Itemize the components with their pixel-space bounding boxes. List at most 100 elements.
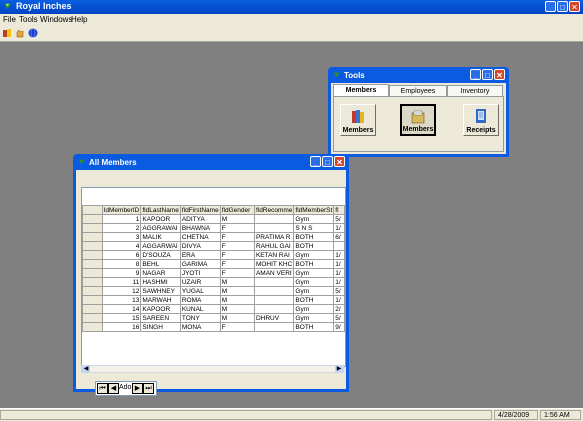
table-cell[interactable]: KUNAL — [179, 304, 221, 314]
members-close-button[interactable]: ✕ — [334, 156, 345, 167]
table-cell[interactable]: M — [219, 304, 255, 314]
table-cell[interactable] — [253, 223, 295, 233]
previous-record-icon[interactable]: ◀ — [108, 383, 119, 394]
table-cell[interactable]: 1/ — [333, 223, 345, 233]
hand-icon[interactable] — [15, 28, 25, 38]
members-folder-button[interactable]: Members — [400, 104, 436, 136]
table-cell[interactable]: 2 — [101, 223, 142, 233]
table-cell[interactable]: F — [219, 232, 255, 242]
table-row[interactable]: 8 BEHL GARIMA F MOHIT KHC BOTH 1/ — [82, 259, 345, 269]
members-minimize-button[interactable]: _ — [310, 156, 321, 167]
tab-employees[interactable]: Employees — [389, 85, 447, 96]
table-cell[interactable] — [253, 286, 295, 296]
table-cell[interactable]: F — [219, 250, 255, 260]
table-row[interactable]: 6 D'SOUZA ERA F KETAN RAI Gym 1/ — [82, 250, 345, 260]
maximize-button[interactable]: □ — [557, 1, 568, 12]
table-cell[interactable]: M — [219, 313, 255, 323]
table-cell[interactable]: 5/ — [333, 286, 345, 296]
row-selector[interactable] — [82, 313, 103, 323]
table-cell[interactable]: BEHL — [140, 259, 181, 269]
row-selector[interactable] — [82, 250, 103, 260]
tab-inventory[interactable]: Inventory — [447, 85, 503, 96]
table-cell[interactable]: 12 — [101, 286, 142, 296]
column-header[interactable]: fl — [333, 205, 345, 215]
table-cell[interactable]: KAPOOR — [140, 304, 181, 314]
table-cell[interactable]: SINGH — [140, 322, 181, 332]
row-selector[interactable] — [82, 214, 103, 224]
members-grid[interactable]: ldMemberID fldLastName fldFirstName fldG… — [81, 187, 346, 367]
column-header[interactable]: fldGender — [219, 205, 255, 215]
table-row[interactable]: 15 SAREEN TONY M DHRUV Gym 5/ — [82, 313, 345, 323]
globe-icon[interactable] — [28, 28, 38, 38]
table-cell[interactable] — [253, 322, 295, 332]
table-cell[interactable] — [253, 304, 295, 314]
table-cell[interactable]: RAHUL GAI — [253, 241, 295, 251]
table-cell[interactable]: YUGAL — [179, 286, 221, 296]
table-cell[interactable]: AGGRAWAI — [140, 223, 181, 233]
table-row[interactable]: 1 KAPOOR ADITYA M Gym 5/ — [82, 214, 345, 224]
table-cell[interactable] — [333, 241, 345, 251]
table-cell[interactable]: BOTH — [293, 322, 335, 332]
column-header[interactable]: ldMemberID — [101, 205, 142, 215]
column-header[interactable]: fldRecomme — [253, 205, 295, 215]
table-cell[interactable]: M — [219, 295, 255, 305]
table-cell[interactable]: Gym — [293, 268, 335, 278]
tools-title-bar[interactable]: Tools _ □ ✕ — [328, 67, 509, 83]
table-cell[interactable]: 1/ — [333, 277, 345, 287]
menu-tools[interactable]: Tools — [19, 15, 38, 24]
row-selector[interactable] — [82, 286, 103, 296]
table-row[interactable]: 12 SAWHNEY YUGAL M Gym 5/ — [82, 286, 345, 296]
table-cell[interactable]: MARWAH — [140, 295, 181, 305]
table-cell[interactable]: M — [219, 286, 255, 296]
table-cell[interactable]: PRATIMA R — [253, 232, 295, 242]
table-cell[interactable]: 6 — [101, 250, 142, 260]
table-cell[interactable]: F — [219, 259, 255, 269]
table-cell[interactable]: BOTH — [293, 259, 335, 269]
table-cell[interactable] — [253, 214, 295, 224]
table-cell[interactable]: M — [219, 214, 255, 224]
members-title-bar[interactable]: All Members _ □ ✕ — [73, 154, 349, 170]
table-row[interactable]: 3 MALIK CHETNA F PRATIMA R BOTH 6/ — [82, 232, 345, 242]
table-cell[interactable]: S N S — [293, 223, 335, 233]
horizontal-scrollbar[interactable]: ◀ ▶ — [81, 365, 344, 373]
close-button[interactable]: ✕ — [569, 1, 580, 12]
menu-file[interactable]: File — [3, 15, 16, 24]
row-selector[interactable] — [82, 304, 103, 314]
table-cell[interactable]: 14 — [101, 304, 142, 314]
table-cell[interactable]: AGGARWAI — [140, 241, 181, 251]
table-cell[interactable]: M — [219, 277, 255, 287]
table-cell[interactable]: Gym — [293, 313, 335, 323]
table-cell[interactable]: NAGAR — [140, 268, 181, 278]
table-cell[interactable]: BOTH — [293, 295, 335, 305]
table-cell[interactable]: ERA — [179, 250, 221, 260]
row-selector[interactable] — [82, 241, 103, 251]
table-cell[interactable]: MOHIT KHC — [253, 259, 295, 269]
row-selector[interactable] — [82, 232, 103, 242]
table-row[interactable]: 4 AGGARWAI DIVYA F RAHUL GAI BOTH — [82, 241, 345, 251]
table-cell[interactable]: F — [219, 322, 255, 332]
table-cell[interactable]: 13 — [101, 295, 142, 305]
receipts-button[interactable]: Receipts — [463, 104, 499, 136]
table-cell[interactable]: 1/ — [333, 259, 345, 269]
table-cell[interactable]: DIVYA — [179, 241, 221, 251]
tools-maximize-button[interactable]: □ — [482, 69, 493, 80]
table-row[interactable]: 2 AGGRAWAI BHAWNA F S N S 1/ — [82, 223, 345, 233]
table-cell[interactable]: Gym — [293, 286, 335, 296]
table-cell[interactable]: Gym — [293, 277, 335, 287]
table-cell[interactable]: 1 — [101, 214, 142, 224]
table-cell[interactable]: CHETNA — [179, 232, 221, 242]
column-header[interactable]: fldFirstName — [179, 205, 221, 215]
scroll-right-arrow-icon[interactable]: ▶ — [335, 366, 343, 372]
table-cell[interactable]: BOTH — [293, 232, 335, 242]
table-cell[interactable]: KAPOOR — [140, 214, 181, 224]
table-cell[interactable]: ROMA — [179, 295, 221, 305]
table-cell[interactable]: F — [219, 223, 255, 233]
table-row[interactable]: 9 NAGAR JYOTI F AMAN VERI Gym 1/ — [82, 268, 345, 278]
table-cell[interactable]: MALIK — [140, 232, 181, 242]
minimize-button[interactable]: _ — [545, 1, 556, 12]
table-cell[interactable]: 2/ — [333, 304, 345, 314]
menu-help[interactable]: Help — [71, 15, 87, 24]
table-cell[interactable]: KETAN RAI — [253, 250, 295, 260]
table-cell[interactable]: 5/ — [333, 313, 345, 323]
table-cell[interactable]: Gym — [293, 304, 335, 314]
